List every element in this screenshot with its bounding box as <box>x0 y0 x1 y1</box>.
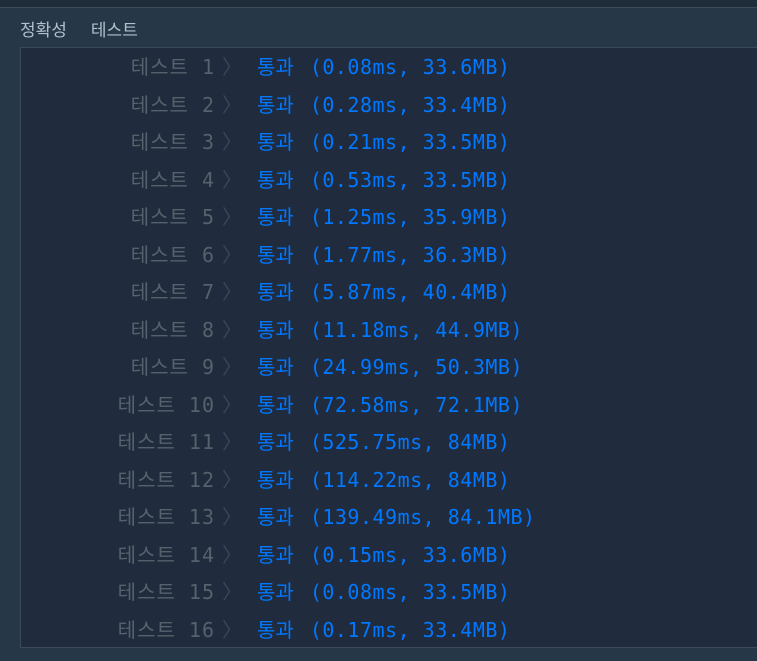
test-status: 통과 <box>257 280 294 304</box>
test-label: 테스트 4 <box>130 167 215 192</box>
test-result: (0.08ms, 33.6MB) <box>309 55 511 79</box>
test-status: 통과 <box>257 392 294 417</box>
chevron-right-icon: 〉 <box>222 392 242 417</box>
test-label: 테스트 5 <box>130 205 215 229</box>
chevron-right-icon: 〉 <box>222 617 242 642</box>
test-status: 통과 <box>257 580 294 604</box>
test-label: 테스트 16 <box>117 617 215 642</box>
test-row[interactable]: 테스트 7 〉 통과 (5.87ms, 40.4MB) <box>21 274 757 310</box>
test-row[interactable]: 테스트 8 〉 통과 (11.18ms, 44.9MB) <box>21 312 757 348</box>
chevron-right-icon: 〉 <box>222 242 242 267</box>
test-label: 테스트 8 <box>130 317 215 342</box>
test-status: 통과 <box>257 317 294 342</box>
chevron-right-icon: 〉 <box>222 505 242 529</box>
test-row[interactable]: 테스트 12 〉 통과 (114.22ms, 84MB) <box>21 462 757 498</box>
test-row[interactable]: 테스트 11 〉 통과 (525.75ms, 84MB) <box>21 424 757 460</box>
chevron-right-icon: 〉 <box>222 580 242 604</box>
chevron-right-icon: 〉 <box>222 167 242 192</box>
test-result: (0.21ms, 33.5MB) <box>309 130 511 154</box>
test-results-panel: 테스트 1 〉 통과 (0.08ms, 33.6MB) 테스트 2 〉 통과 (0.28ms,… <box>20 47 757 648</box>
test-row[interactable]: 테스트 6 〉 통과 (1.77ms, 36.3MB) <box>21 237 757 273</box>
test-label: 테스트 14 <box>117 542 215 567</box>
test-row[interactable]: 테스트 4 〉 통과 (0.53ms, 33.5MB) <box>21 162 757 198</box>
test-status: 통과 <box>257 92 294 117</box>
test-status: 통과 <box>257 167 294 192</box>
chevron-right-icon: 〉 <box>222 467 242 492</box>
test-result: (0.53ms, 33.5MB) <box>309 167 511 192</box>
test-row[interactable]: 테스트 15 〉 통과 (0.08ms, 33.5MB) <box>21 574 757 610</box>
test-row[interactable]: 테스트 1 〉 통과 (0.08ms, 33.6MB) <box>21 49 757 85</box>
test-row[interactable]: 테스트 14 〉 통과 (0.15ms, 33.6MB) <box>21 537 757 573</box>
chevron-right-icon: 〉 <box>222 280 242 304</box>
chevron-right-icon: 〉 <box>222 130 242 154</box>
test-result: (5.87ms, 40.4MB) <box>309 280 511 304</box>
test-label: 테스트 10 <box>117 392 215 417</box>
test-status: 통과 <box>257 430 294 454</box>
test-row[interactable]: 테스트 13 〉 통과 (139.49ms, 84.1MB) <box>21 499 757 535</box>
test-result: (72.58ms, 72.1MB) <box>309 392 524 417</box>
test-row[interactable]: 테스트 3 〉 통과 (0.21ms, 33.5MB) <box>21 124 757 160</box>
test-label: 테스트 6 <box>130 242 215 267</box>
test-label: 테스트 13 <box>117 505 215 529</box>
test-row[interactable]: 테스트 5 〉 통과 (1.25ms, 35.9MB) <box>21 199 757 235</box>
test-status: 통과 <box>257 467 294 492</box>
result-header: 정확성 테스트 <box>20 14 138 42</box>
test-result: (0.08ms, 33.5MB) <box>309 580 511 604</box>
test-result: (0.28ms, 33.4MB) <box>309 92 511 117</box>
test-label: 테스트 15 <box>117 580 215 604</box>
test-label: 테스트 12 <box>117 467 215 492</box>
test-status: 통과 <box>257 542 294 567</box>
test-label: 테스트 2 <box>130 92 215 117</box>
test-result: (114.22ms, 84MB) <box>309 467 511 492</box>
test-status: 통과 <box>257 55 294 79</box>
test-row[interactable]: 테스트 10 〉 통과 (72.58ms, 72.1MB) <box>21 387 757 423</box>
test-status: 통과 <box>257 617 294 642</box>
chevron-right-icon: 〉 <box>222 92 242 117</box>
test-label: 테스트 9 <box>130 355 215 379</box>
chevron-right-icon: 〉 <box>222 430 242 454</box>
chevron-right-icon: 〉 <box>222 55 242 79</box>
top-divider <box>0 0 757 8</box>
chevron-right-icon: 〉 <box>222 205 242 229</box>
test-result: (0.15ms, 33.6MB) <box>309 542 511 567</box>
chevron-right-icon: 〉 <box>222 542 242 567</box>
test-result: (1.25ms, 35.9MB) <box>309 205 511 229</box>
test-label: 테스트 7 <box>130 280 215 304</box>
tab-test[interactable]: 테스트 <box>91 16 138 41</box>
test-result: (525.75ms, 84MB) <box>309 430 511 454</box>
test-result: (11.18ms, 44.9MB) <box>309 317 524 342</box>
chevron-right-icon: 〉 <box>222 317 242 342</box>
tab-accuracy[interactable]: 정확성 <box>20 16 67 41</box>
test-status: 통과 <box>257 355 294 379</box>
test-result: (1.77ms, 36.3MB) <box>309 242 511 267</box>
test-status: 통과 <box>257 130 294 154</box>
test-label: 테스트 1 <box>130 55 215 79</box>
test-row[interactable]: 테스트 2 〉 통과 (0.28ms, 33.4MB) <box>21 87 757 123</box>
chevron-right-icon: 〉 <box>222 355 242 379</box>
test-row[interactable]: 테스트 9 〉 통과 (24.99ms, 50.3MB) <box>21 349 757 385</box>
test-status: 통과 <box>257 242 294 267</box>
test-result: (139.49ms, 84.1MB) <box>309 505 536 529</box>
test-status: 통과 <box>257 505 294 529</box>
test-label: 테스트 11 <box>117 430 215 454</box>
test-row[interactable]: 테스트 16 〉 통과 (0.17ms, 33.4MB) <box>21 612 757 648</box>
test-result: (0.17ms, 33.4MB) <box>309 617 511 642</box>
test-label: 테스트 3 <box>130 130 215 154</box>
test-status: 통과 <box>257 205 294 229</box>
test-result: (24.99ms, 50.3MB) <box>309 355 524 379</box>
